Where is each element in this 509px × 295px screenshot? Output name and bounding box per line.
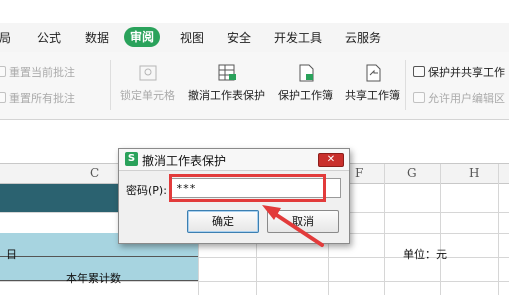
share-workbook-icon — [366, 64, 380, 82]
unprotect-sheet-dialog: S 撤消工作表保护 ✕ 密码(P): *** 确定 取消 — [118, 148, 350, 244]
tab-developer[interactable]: 开发工具 — [274, 30, 322, 46]
dialog-title: 撤消工作表保护 — [142, 154, 227, 168]
grid-line — [498, 164, 499, 295]
tab-layout[interactable]: 局 — [0, 30, 11, 46]
reset-current-comment-label: 重置当前批注 — [9, 66, 75, 79]
lock-cell-icon — [139, 65, 156, 81]
grid-line — [384, 164, 385, 295]
workbook-lock-icon — [299, 64, 313, 82]
lock-cell-label: 锁定单元格 — [120, 89, 175, 102]
ribbon-separator — [110, 60, 111, 110]
highlight-box — [169, 174, 326, 202]
protect-workbook-label: 保护工作簿 — [278, 89, 333, 102]
unprotect-sheet-button[interactable]: 撤消工作表保护 — [188, 63, 265, 103]
tab-cloud[interactable]: 云服务 — [345, 30, 381, 46]
tab-formulas[interactable]: 公式 — [37, 30, 61, 46]
dialog-title-bar[interactable]: S 撤消工作表保护 ✕ — [119, 149, 349, 171]
tab-review[interactable]: 审阅 — [124, 27, 161, 47]
app-logo-icon: S — [125, 152, 138, 166]
ribbon-separator — [405, 60, 406, 110]
share-workbook-button[interactable]: 共享工作簿 — [345, 63, 400, 103]
password-label: 密码(P): — [126, 184, 167, 197]
tab-view[interactable]: 视图 — [180, 30, 204, 46]
protect-and-share-label: 保护并共享工作 — [428, 66, 505, 79]
menu-bar: 局 公式 数据 审阅 视图 安全 开发工具 云服务 — [0, 23, 509, 52]
cell-day[interactable]: 日 — [6, 246, 17, 262]
cancel-button[interactable]: 取消 — [267, 210, 339, 233]
column-header-c[interactable]: C — [90, 166, 99, 180]
share-workbook-label: 共享工作簿 — [345, 89, 400, 102]
tab-security[interactable]: 安全 — [227, 30, 251, 46]
column-header-g[interactable]: G — [407, 166, 417, 180]
grid-line — [440, 164, 441, 295]
protect-workbook-button[interactable]: 保护工作簿 — [278, 63, 333, 103]
unprotect-sheet-label: 撤消工作表保护 — [188, 89, 265, 102]
column-header-f[interactable]: F — [355, 166, 363, 180]
sheet-unlock-icon — [218, 64, 236, 81]
comments-icon — [0, 92, 6, 103]
allow-edit-ranges-label: 允许用户编辑区 — [428, 92, 505, 105]
lock-share-icon — [413, 66, 425, 77]
edit-ranges-icon — [413, 92, 425, 103]
protect-and-share-button[interactable]: 保护并共享工作 — [413, 66, 505, 80]
cell-unit[interactable]: 单位：元 — [403, 246, 447, 262]
cell-cumulative[interactable]: 本年累计数 — [66, 270, 121, 286]
column-header-h[interactable]: H — [469, 166, 479, 180]
close-icon[interactable]: ✕ — [318, 153, 344, 167]
lock-cell-button[interactable]: 锁定单元格 — [120, 63, 175, 103]
tab-data[interactable]: 数据 — [85, 30, 109, 46]
spreadsheet-window: 局 公式 数据 审阅 视图 安全 开发工具 云服务 重置当前批注 重置所有批注 … — [0, 0, 509, 295]
comment-icon — [0, 66, 6, 77]
allow-edit-ranges-button[interactable]: 允许用户编辑区 — [413, 92, 505, 106]
review-ribbon: 重置当前批注 重置所有批注 锁定单元格 撤消工作表保护 保护工作簿 共享工作簿 … — [0, 52, 509, 120]
ok-button[interactable]: 确定 — [187, 210, 259, 233]
reset-all-comments-button[interactable]: 重置所有批注 — [0, 92, 75, 106]
reset-all-comments-label: 重置所有批注 — [9, 92, 75, 105]
reset-current-comment-button[interactable]: 重置当前批注 — [0, 66, 75, 80]
